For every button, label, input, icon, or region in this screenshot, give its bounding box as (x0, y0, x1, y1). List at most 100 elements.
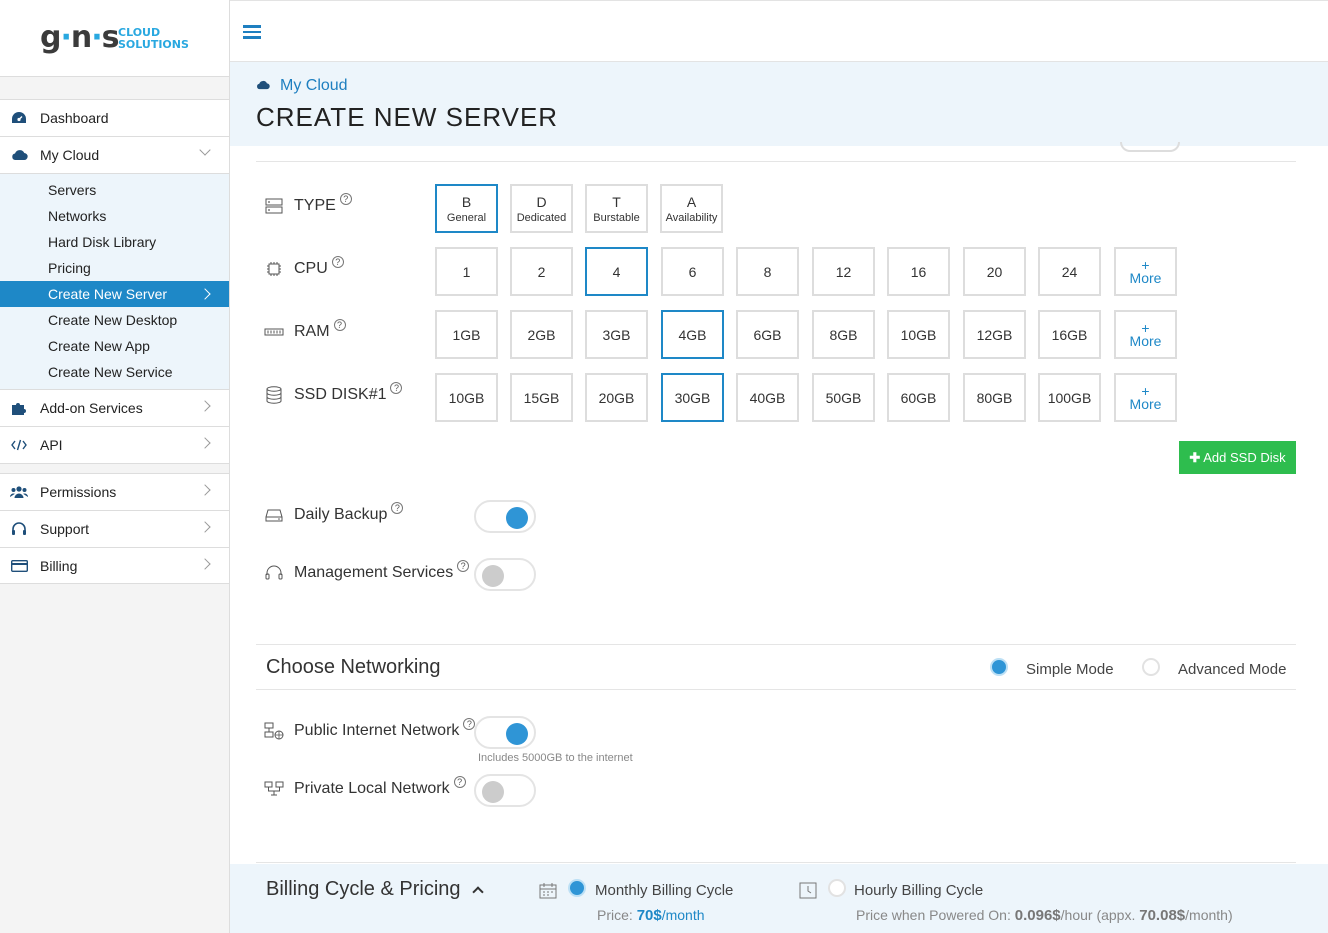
cpu-option[interactable]: 1 (435, 247, 498, 296)
plus-icon: ✚ (1189, 449, 1201, 465)
billing-panel: Billing Cycle & Pricing Monthly Billing … (230, 864, 1328, 933)
ram-label: RAM ? (264, 319, 346, 341)
sidebar-item-permissions[interactable]: Permissions (0, 473, 229, 510)
ssd-option[interactable]: 80GB (963, 373, 1026, 422)
cpu-option[interactable]: 4 (585, 247, 648, 296)
sidebar-subitem-create-new-desktop[interactable]: Create New Desktop (0, 307, 229, 333)
daily-backup-toggle[interactable] (474, 500, 536, 533)
advanced-mode-label[interactable]: Advanced Mode (1178, 661, 1286, 678)
ssd-option[interactable]: 100GB (1038, 373, 1101, 422)
ssd-option[interactable]: 20GB (585, 373, 648, 422)
logo[interactable]: g·n·s CLOUD SOLUTIONS (0, 0, 229, 77)
cpu-option[interactable]: 20 (963, 247, 1026, 296)
help-icon[interactable]: ? (390, 382, 403, 394)
sidebar-item-label: My Cloud (40, 147, 100, 163)
sidebar-item-support[interactable]: Support (0, 510, 229, 547)
sidebar-subitem-create-new-service[interactable]: Create New Service (0, 359, 229, 385)
main-content: TYPE ? B General D Dedicated T Burstable AA… (230, 142, 1328, 933)
cpu-option[interactable]: 6 (661, 247, 724, 296)
ssd-option[interactable]: 30GB (661, 373, 724, 422)
ram-option[interactable]: 1GB (435, 310, 498, 359)
server-icon (264, 198, 284, 214)
simple-mode-label[interactable]: Simple Mode (1026, 661, 1114, 678)
ram-option[interactable]: 4GB (661, 310, 724, 359)
cpu-option[interactable]: 8 (736, 247, 799, 296)
breadcrumb[interactable]: My Cloud (256, 77, 348, 95)
help-icon[interactable]: ? (333, 319, 346, 331)
public-network-label: Public Internet Network ? (264, 718, 476, 740)
sidebar-item-dashboard[interactable]: Dashboard (0, 99, 229, 136)
sidebar-item-label: Permissions (40, 484, 117, 500)
logo-subtitle: CLOUD SOLUTIONS (118, 26, 189, 51)
simple-mode-radio[interactable] (990, 658, 1008, 676)
sidebar: g·n·s CLOUD SOLUTIONS Dashboard My Cloud… (0, 0, 230, 933)
cpu-option[interactable]: 24 (1038, 247, 1101, 296)
ssd-option[interactable]: 15GB (510, 373, 573, 422)
ram-option[interactable]: 16GB (1038, 310, 1101, 359)
cloud-icon (10, 147, 28, 163)
ram-option[interactable]: 8GB (812, 310, 875, 359)
dashboard-icon (10, 110, 28, 126)
menu-toggle-icon[interactable] (243, 25, 261, 39)
ssd-option[interactable]: 50GB (812, 373, 875, 422)
sidebar-item-add-on-services[interactable]: Add-on Services (0, 389, 229, 426)
help-icon[interactable]: ? (391, 502, 404, 514)
chevron-right-icon (199, 484, 211, 496)
hourly-billing-radio[interactable] (828, 879, 846, 897)
cpu-option[interactable]: 2 (510, 247, 573, 296)
sidebar-subitem-create-new-server[interactable]: Create New Server (0, 281, 229, 307)
page-title: CREATE NEW SERVER (256, 102, 559, 132)
page-header: My Cloud CREATE NEW SERVER (230, 62, 1328, 146)
ssd-option[interactable]: 60GB (887, 373, 950, 422)
code-icon (10, 437, 28, 453)
ssd-option[interactable]: 40GB (736, 373, 799, 422)
help-icon[interactable]: ? (453, 776, 466, 788)
calendar-icon (539, 882, 557, 902)
help-icon[interactable]: ? (339, 193, 352, 205)
ram-option[interactable]: 6GB (736, 310, 799, 359)
cpu-option[interactable]: 16 (887, 247, 950, 296)
public-network-toggle[interactable] (474, 716, 536, 749)
advanced-mode-radio[interactable] (1142, 658, 1160, 676)
type-label: TYPE ? (264, 193, 352, 215)
monthly-billing-label[interactable]: Monthly Billing Cycle (595, 882, 733, 899)
networking-title: Choose Networking (266, 656, 441, 678)
cpu-icon (264, 261, 284, 277)
ssd-label: SSD DISK#1 ? (264, 382, 403, 404)
chevron-up-icon[interactable] (472, 886, 484, 898)
sidebar-subitem-pricing[interactable]: Pricing (0, 255, 229, 281)
ram-option[interactable]: 12GB (963, 310, 1026, 359)
sidebar-item-api[interactable]: API (0, 426, 229, 463)
hourly-billing-label[interactable]: Hourly Billing Cycle (854, 882, 983, 899)
management-services-toggle[interactable] (474, 558, 536, 591)
sidebar-item-billing[interactable]: Billing (0, 547, 229, 584)
sidebar-item-my-cloud[interactable]: My Cloud (0, 136, 229, 173)
sidebar-item-label: API (40, 437, 63, 453)
add-ssd-disk-button[interactable]: ✚ Add SSD Disk (1179, 441, 1296, 474)
ssd-more-button[interactable]: + More (1114, 373, 1177, 422)
puzzle-icon (10, 400, 28, 416)
type-option-dedicated[interactable]: D Dedicated (510, 184, 573, 233)
users-icon (10, 484, 28, 500)
cpu-more-button[interactable]: + More (1114, 247, 1177, 296)
chevron-right-icon (199, 558, 211, 570)
breadcrumb-label: My Cloud (280, 77, 348, 94)
ram-more-button[interactable]: + More (1114, 310, 1177, 359)
monthly-billing-radio[interactable] (568, 879, 586, 897)
help-icon[interactable]: ? (457, 560, 470, 572)
help-icon[interactable]: ? (331, 256, 344, 268)
sidebar-subitem-create-new-app[interactable]: Create New App (0, 333, 229, 359)
cpu-option[interactable]: 12 (812, 247, 875, 296)
ssd-option[interactable]: 10GB (435, 373, 498, 422)
headset-icon (10, 521, 28, 537)
sidebar-subitem-networks[interactable]: Networks (0, 203, 229, 229)
type-option-burstable[interactable]: T Burstable (585, 184, 648, 233)
sidebar-subitem-servers[interactable]: Servers (0, 177, 229, 203)
ram-option[interactable]: 3GB (585, 310, 648, 359)
private-network-toggle[interactable] (474, 774, 536, 807)
ram-option[interactable]: 10GB (887, 310, 950, 359)
type-option-general[interactable]: B General (435, 184, 498, 233)
ram-option[interactable]: 2GB (510, 310, 573, 359)
sidebar-subitem-hard-disk-library[interactable]: Hard Disk Library (0, 229, 229, 255)
type-option-availability[interactable]: A Availability (660, 184, 723, 233)
